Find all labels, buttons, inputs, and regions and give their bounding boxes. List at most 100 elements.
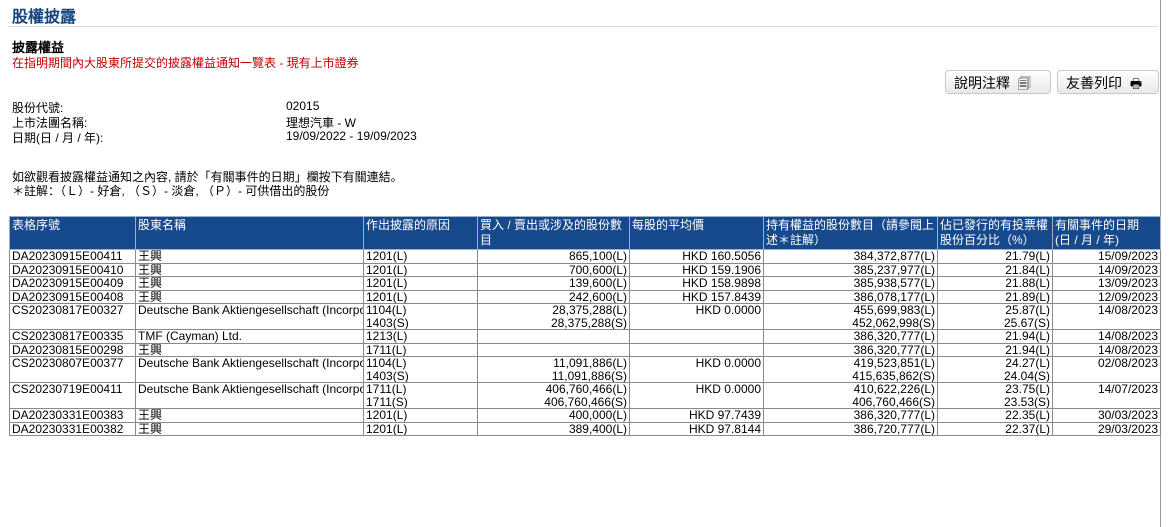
cell-shareholder-name: Deutsche Bank Aktiengesellschaft (Incorp… [135, 382, 364, 409]
cell-form-serial: DA20230915E00409 [9, 276, 136, 291]
page-title: 股權披露 [12, 9, 77, 26]
cell-percentage: 24.27(L) 24.04(S) [937, 356, 1053, 383]
legend-note: ＊註解：（Ｌ）- 好倉, （Ｓ）- 淡倉, （Ｐ）- 可供借出的股份 [12, 184, 330, 198]
cell-event-date[interactable]: 14/09/2023 [1052, 262, 1161, 277]
cell-reason: 1711(L) [363, 342, 478, 357]
cell-percentage: 21.89(L) [937, 289, 1053, 304]
header-event-date: 有關事件的日期 (日 / 月 / 年) [1052, 216, 1161, 250]
cell-shares-involved: 389,400(L) [477, 421, 630, 436]
header-reason: 作出披露的原因 [363, 216, 478, 250]
cell-percentage: 25.87(L) 25.67(S) [937, 303, 1053, 330]
cell-event-date[interactable]: 29/03/2023 [1052, 421, 1161, 436]
notes-button-label: 說明注釋 [954, 75, 1010, 91]
table-row: DA20230915E00411 王興 1201(L) 865,100(L) HKD 1… [9, 249, 1161, 264]
table-row: CS20230719E00411 Deutsche Bank Aktiengese… [9, 382, 1161, 409]
cell-average-price: HKD 0.0000 [629, 356, 764, 383]
cell-percentage: 22.35(L) [937, 408, 1053, 423]
cell-percentage: 23.75(L) 23.53(S) [937, 382, 1053, 409]
cell-shares-involved: 865,100(L) [477, 249, 630, 264]
cell-shares-held: 385,237,977(L) [763, 262, 938, 277]
cell-event-date[interactable]: 13/09/2023 [1052, 276, 1161, 291]
cell-average-price [629, 342, 764, 357]
cell-reason: 1201(L) [363, 421, 478, 436]
cell-event-date[interactable]: 12/09/2023 [1052, 289, 1161, 304]
notes-button[interactable]: 說明注釋 🗐 [945, 70, 1051, 94]
cell-average-price: HKD 0.0000 [629, 382, 764, 409]
table-row: DA20230815E00298 王興 1711(L) 386,320,777(L) 2… [9, 342, 1161, 357]
cell-form-serial: CS20230807E00377 [9, 356, 136, 383]
cell-shareholder-name: Deutsche Bank Aktiengesellschaft (Incorp… [135, 356, 364, 383]
cell-shareholder-name: Deutsche Bank Aktiengesellschaft (Incorp… [135, 303, 364, 330]
cell-event-date[interactable]: 14/08/2023 [1052, 303, 1161, 330]
cell-event-date[interactable]: 02/08/2023 [1052, 356, 1161, 383]
disclosure-table: 表格序號 股東名稱 作出披露的原因 買入 / 賣出或涉及的股份數目 每股的平均價… [9, 216, 1161, 436]
cell-shares-involved: 400,000(L) [477, 408, 630, 423]
cell-average-price [629, 329, 764, 344]
header-shareholder-name: 股東名稱 [135, 216, 364, 250]
cell-shares-involved: 700,600(L) [477, 262, 630, 277]
table-header-row: 表格序號 股東名稱 作出披露的原因 買入 / 賣出或涉及的股份數目 每股的平均價… [9, 216, 1161, 250]
cell-event-date[interactable]: 14/08/2023 [1052, 342, 1161, 357]
stock-code-value: 02015 [286, 99, 320, 113]
cell-reason: 1201(L) [363, 276, 478, 291]
section-description: 在指明期間內大股東所提交的披露權益通知一覽表 - 現有上市證券 [12, 56, 359, 70]
cell-shares-held: 386,320,777(L) [763, 408, 938, 423]
printer-icon: 🖶 [1129, 77, 1143, 92]
cell-form-serial: DA20230915E00410 [9, 262, 136, 277]
cell-reason: 1201(L) [363, 408, 478, 423]
title-divider [8, 26, 1158, 27]
cell-form-serial: DA20230915E00411 [9, 249, 136, 264]
cell-shareholder-name: TMF (Cayman) Ltd. [135, 329, 364, 344]
table-row: DA20230915E00410 王興 1201(L) 700,600(L) HKD 1… [9, 262, 1161, 277]
cell-event-date[interactable]: 30/03/2023 [1052, 408, 1161, 423]
cell-shares-involved [477, 342, 630, 357]
cell-event-date[interactable]: 14/08/2023 [1052, 329, 1161, 344]
cell-event-date[interactable]: 14/07/2023 [1052, 382, 1161, 409]
cell-shares-held: 386,720,777(L) [763, 421, 938, 436]
cell-percentage: 21.84(L) [937, 262, 1053, 277]
cell-shareholder-name: 王興 [135, 421, 364, 436]
cell-average-price: HKD 97.8144 [629, 421, 764, 436]
cell-form-serial: DA20230331E00383 [9, 408, 136, 423]
date-range-value: 19/09/2022 - 19/09/2023 [286, 129, 417, 143]
cell-form-serial: DA20230331E00382 [9, 421, 136, 436]
cell-shareholder-name: 王興 [135, 342, 364, 357]
cell-shares-held: 386,320,777(L) [763, 342, 938, 357]
cell-reason: 1711(L) 1711(S) [363, 382, 478, 409]
cell-shares-held: 419,523,851(L) 415,635,862(S) [763, 356, 938, 383]
cell-shareholder-name: 王興 [135, 262, 364, 277]
cell-form-serial: DA20230815E00298 [9, 342, 136, 357]
cell-reason: 1104(L) 1403(S) [363, 303, 478, 330]
cell-average-price: HKD 160.5056 [629, 249, 764, 264]
header-shares-held: 持有權益的股份數目（請參閱上述＊註解） [763, 216, 938, 250]
cell-shares-involved [477, 329, 630, 344]
cell-form-serial: CS20230817E00335 [9, 329, 136, 344]
print-button[interactable]: 友善列印 🖶 [1057, 70, 1159, 94]
cell-shareholder-name: 王興 [135, 249, 364, 264]
cell-average-price: HKD 97.7439 [629, 408, 764, 423]
cell-shares-held: 410,622,226(L) 406,760,466(S) [763, 382, 938, 409]
cell-shares-involved: 139,600(L) [477, 276, 630, 291]
cell-shareholder-name: 王興 [135, 289, 364, 304]
cell-form-serial: CS20230817E00327 [9, 303, 136, 330]
cell-reason: 1104(L) 1403(S) [363, 356, 478, 383]
cell-reason: 1201(L) [363, 249, 478, 264]
header-form-serial: 表格序號 [9, 216, 136, 250]
cell-form-serial: DA20230915E00408 [9, 289, 136, 304]
cell-percentage: 21.88(L) [937, 276, 1053, 291]
document-icon: 🗐 [1017, 77, 1031, 92]
date-range-label: 日期(日 / 月 / 年): [12, 131, 104, 145]
table-row: CS20230807E00377 Deutsche Bank Aktiengese… [9, 356, 1161, 383]
cell-shares-held: 386,078,177(L) [763, 289, 938, 304]
table-row: CS20230817E00335 TMF (Cayman) Ltd. 1213(L)… [9, 329, 1161, 344]
cell-shares-involved: 28,375,288(L) 28,375,288(S) [477, 303, 630, 330]
cell-shareholder-name: 王興 [135, 408, 364, 423]
cell-reason: 1213(L) [363, 329, 478, 344]
cell-shares-held: 386,320,777(L) [763, 329, 938, 344]
cell-event-date[interactable]: 15/09/2023 [1052, 249, 1161, 264]
cell-average-price: HKD 159.1906 [629, 262, 764, 277]
table-row: CS20230817E00327 Deutsche Bank Aktiengese… [9, 303, 1161, 330]
cell-average-price: HKD 158.9898 [629, 276, 764, 291]
cell-shares-held: 385,938,577(L) [763, 276, 938, 291]
cell-shares-involved: 406,760,466(L) 406,760,466(S) [477, 382, 630, 409]
